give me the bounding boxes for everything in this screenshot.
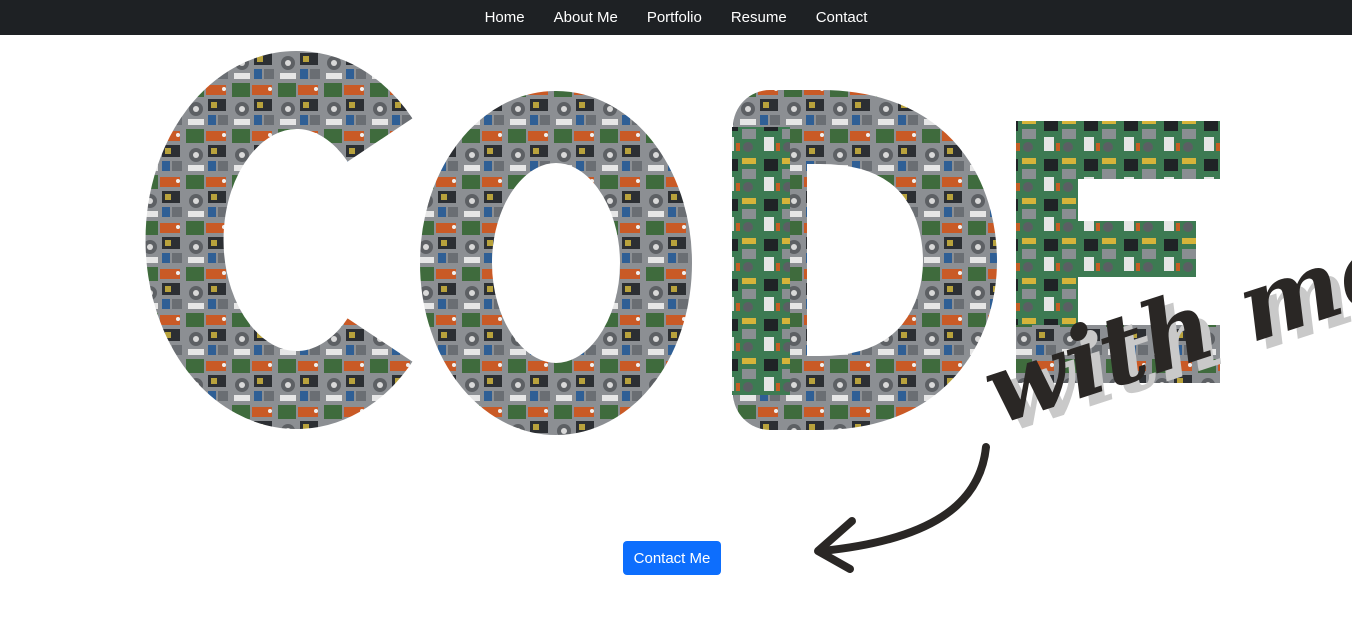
arrow-graphic bbox=[814, 443, 990, 573]
top-navbar: Home About Me Portfolio Resume Contact bbox=[0, 0, 1352, 35]
nav-home-link[interactable]: Home bbox=[470, 0, 539, 35]
nav-contact-link[interactable]: Contact bbox=[801, 0, 882, 35]
letter-d-graphic bbox=[732, 90, 997, 430]
contact-me-button[interactable]: Contact Me bbox=[623, 541, 721, 575]
nav-resume-link[interactable]: Resume bbox=[716, 0, 801, 35]
letter-c-graphic bbox=[145, 51, 413, 429]
hero-code-image: with me with me bbox=[145, 51, 1352, 573]
hero-section: with me with me bbox=[0, 35, 1352, 629]
nav-portfolio-link[interactable]: Portfolio bbox=[632, 0, 716, 35]
nav-about-link[interactable]: About Me bbox=[539, 0, 632, 35]
letter-o-graphic bbox=[420, 91, 692, 435]
